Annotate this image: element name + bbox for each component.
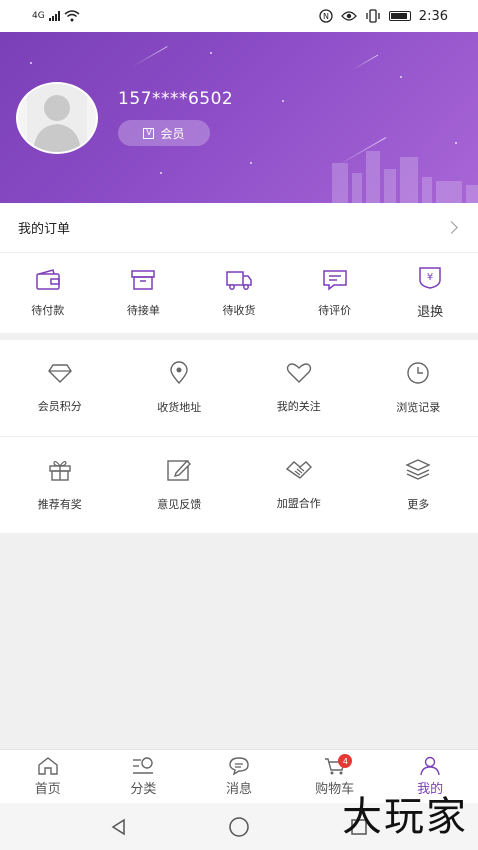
service-feedback[interactable]: 意见反馈 xyxy=(120,437,240,532)
service-member-points[interactable]: 会员积分 xyxy=(0,340,120,436)
status-left: 4G xyxy=(32,10,80,22)
star-decor xyxy=(282,100,284,102)
profile-header: 157****6502 V 会员 xyxy=(0,32,478,203)
handshake-icon xyxy=(285,460,312,479)
service-more[interactable]: 更多 xyxy=(359,437,478,532)
order-status-label: 待收货 xyxy=(222,303,256,317)
tab-home[interactable]: 首页 xyxy=(0,750,96,803)
order-pending-receipt[interactable]: 待收货 xyxy=(191,253,287,333)
star-decor xyxy=(455,142,457,144)
service-label: 推荐有奖 xyxy=(37,497,82,511)
order-pending-accept[interactable]: 待接单 xyxy=(96,253,192,333)
avatar[interactable] xyxy=(16,82,98,154)
star-decor xyxy=(160,172,162,174)
vibrate-icon xyxy=(366,9,380,23)
chevron-right-icon xyxy=(445,221,458,234)
wallet-icon xyxy=(36,268,60,290)
tab-messages[interactable]: 消息 xyxy=(191,750,287,803)
service-label: 会员积分 xyxy=(37,400,82,413)
heart-icon xyxy=(286,363,311,383)
battery-icon xyxy=(388,11,411,21)
service-shipping-address[interactable]: 收货地址 xyxy=(120,340,240,436)
home-icon xyxy=(38,757,58,775)
wifi-icon xyxy=(64,10,80,22)
order-pending-review[interactable]: 待评价 xyxy=(287,253,383,333)
status-bar: 4G N 2:36 xyxy=(0,0,478,32)
eye-icon xyxy=(340,11,357,21)
order-status-label: 待付款 xyxy=(31,303,65,317)
default-avatar-icon xyxy=(27,84,87,152)
back-triangle-icon[interactable] xyxy=(109,817,129,837)
yen-shield-icon: ¥ xyxy=(419,267,441,289)
status-right: N 2:36 xyxy=(319,9,448,24)
user-phone: 157****6502 xyxy=(118,89,234,109)
clock-icon xyxy=(407,362,429,384)
services-grid: 会员积分 收货地址 我的关注 浏览记录 推荐有奖 意见反馈 加盟合作 更多 xyxy=(0,340,478,533)
services-row: 会员积分 收货地址 我的关注 浏览记录 xyxy=(0,340,478,436)
service-label: 加盟合作 xyxy=(276,496,321,510)
layers-icon xyxy=(405,458,431,480)
star-decor xyxy=(30,62,32,64)
network-type: 4G xyxy=(32,11,45,21)
diamond-icon xyxy=(47,364,72,383)
truck-icon xyxy=(226,270,252,290)
edit-icon xyxy=(167,459,192,481)
clock-time: 2:36 xyxy=(418,8,448,24)
order-status-row: 待付款 待接单 待收货 待评价 ¥ 退换 xyxy=(0,253,478,333)
tab-label: 首页 xyxy=(34,782,61,797)
order-return-exchange[interactable]: ¥ 退换 xyxy=(382,253,478,333)
star-decor xyxy=(400,76,402,78)
my-orders-header[interactable]: 我的订单 xyxy=(0,203,478,253)
box-icon xyxy=(131,269,156,290)
order-status-label: 待接单 xyxy=(126,303,160,317)
star-decor xyxy=(250,162,252,164)
service-franchise[interactable]: 加盟合作 xyxy=(239,437,359,532)
my-orders-title: 我的订单 xyxy=(18,222,71,237)
message-icon xyxy=(229,757,249,776)
comment-icon xyxy=(322,269,347,291)
service-label: 意见反馈 xyxy=(157,497,202,511)
watermark-text: 大玩家 xyxy=(342,794,468,840)
nfc-icon: N xyxy=(319,9,333,23)
tab-label: 消息 xyxy=(225,782,252,797)
cart-count-badge: 4 xyxy=(338,754,353,768)
service-label: 更多 xyxy=(407,497,430,511)
service-referral-reward[interactable]: 推荐有奖 xyxy=(0,437,120,532)
home-circle-icon[interactable] xyxy=(228,816,250,838)
order-pending-payment[interactable]: 待付款 xyxy=(0,253,96,333)
user-icon xyxy=(420,756,440,776)
star-decor xyxy=(210,52,212,54)
tab-label: 分类 xyxy=(130,782,157,797)
tab-category[interactable]: 分类 xyxy=(96,750,192,803)
service-label: 浏览记录 xyxy=(396,401,441,414)
shooting-star-decor xyxy=(132,46,168,67)
member-label: 会员 xyxy=(160,126,185,141)
signal-icon xyxy=(48,11,60,21)
category-icon xyxy=(133,757,154,774)
svg-text:¥: ¥ xyxy=(427,272,433,283)
city-skyline-decor xyxy=(332,151,478,203)
member-icon: V xyxy=(143,127,155,139)
services-row: 推荐有奖 意见反馈 加盟合作 更多 xyxy=(0,436,478,532)
service-label: 我的关注 xyxy=(276,400,321,413)
svg-text:N: N xyxy=(323,12,329,21)
member-badge[interactable]: V 会员 xyxy=(118,120,210,146)
service-my-follows[interactable]: 我的关注 xyxy=(239,340,359,436)
gift-icon xyxy=(49,460,71,481)
service-label: 收货地址 xyxy=(157,401,202,414)
location-pin-icon xyxy=(170,361,188,385)
order-status-label: 待评价 xyxy=(318,303,352,317)
shooting-star-decor xyxy=(351,54,379,71)
order-status-label: 退换 xyxy=(417,305,444,320)
service-browse-history[interactable]: 浏览记录 xyxy=(359,340,478,436)
